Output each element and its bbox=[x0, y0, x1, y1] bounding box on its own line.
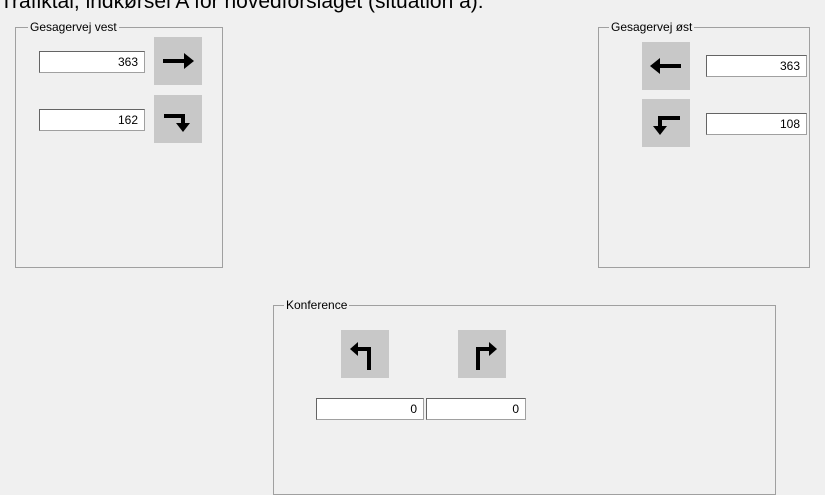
arrow-turn-left-icon bbox=[653, 116, 680, 135]
conference-right-arrow-button[interactable] bbox=[458, 330, 506, 378]
east-left-count-field[interactable] bbox=[706, 113, 807, 135]
east-straight-count-field[interactable] bbox=[706, 55, 807, 77]
group-title-konference: Konference bbox=[284, 297, 350, 313]
arrow-up-turn-left-icon bbox=[350, 342, 371, 370]
group-title-gesagervej-vest: Gesagervej vest bbox=[28, 19, 119, 35]
arrow-straight-left-icon bbox=[650, 58, 681, 74]
west-right-arrow-button[interactable] bbox=[154, 95, 202, 143]
west-right-count-field[interactable] bbox=[39, 109, 145, 131]
conference-left-arrow-button[interactable] bbox=[341, 330, 389, 378]
arrow-up-turn-right-icon bbox=[476, 342, 497, 370]
arrow-turn-right-icon bbox=[164, 114, 190, 132]
west-straight-count-field[interactable] bbox=[39, 51, 145, 73]
window-caption: Trafiktal, indkørsel A for hovedforslage… bbox=[0, 0, 484, 13]
east-straight-arrow-button[interactable] bbox=[642, 42, 690, 90]
arrow-straight-right-icon bbox=[163, 53, 194, 69]
east-left-arrow-button[interactable] bbox=[642, 99, 690, 147]
conference-left-count-field[interactable] bbox=[316, 398, 424, 420]
west-straight-arrow-button[interactable] bbox=[154, 37, 202, 85]
conference-right-count-field[interactable] bbox=[426, 398, 526, 420]
group-title-gesagervej-ost: Gesagervej øst bbox=[609, 19, 695, 35]
